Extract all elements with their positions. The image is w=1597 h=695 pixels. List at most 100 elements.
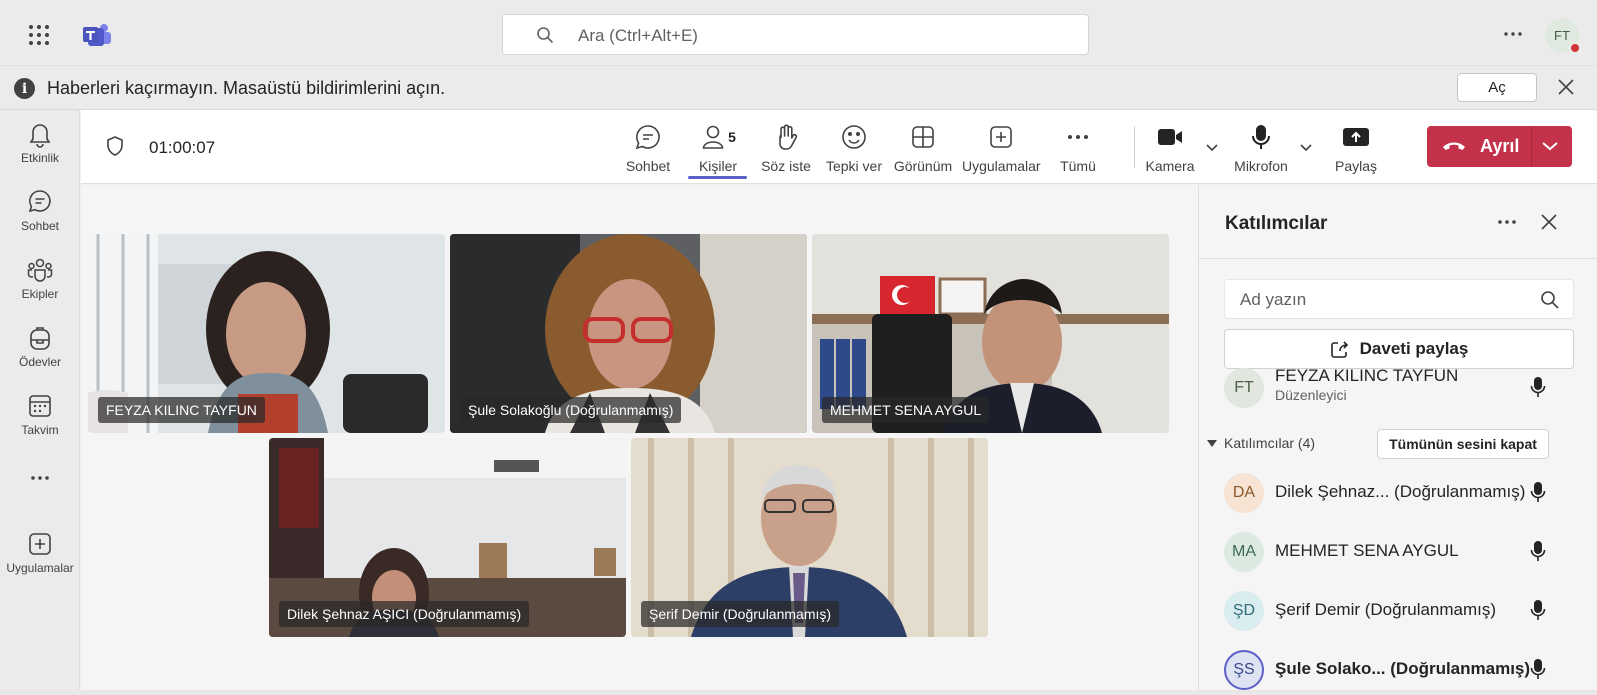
more-icon: [1068, 135, 1088, 139]
microphone-icon: [1530, 599, 1546, 621]
rail-item-chat[interactable]: Sohbet: [0, 188, 80, 233]
participant-count: 5: [728, 129, 736, 145]
participant-name-label: Dilek Şehnaz AŞICI (Doğrulanmamış): [279, 601, 530, 627]
search-bar[interactable]: Ara (Ctrl+Alt+E): [502, 14, 1089, 55]
share-icon: [1330, 341, 1348, 358]
view-button[interactable]: Görünüm: [893, 122, 953, 174]
search-icon: [536, 26, 554, 44]
people-button[interactable]: 5 Kişiler: [686, 122, 750, 174]
avatar: ŞS: [1224, 650, 1264, 690]
chat-button[interactable]: Sohbet: [618, 122, 678, 174]
avatar: ŞD: [1224, 591, 1264, 631]
participant-name: FEYZA KILINC TAYFUN: [1275, 366, 1459, 385]
leave-button[interactable]: Ayrıl: [1427, 126, 1572, 167]
avatar: DA: [1224, 473, 1264, 513]
participant-row-speaking[interactable]: ŞS Şule Solako... (Doğrulanmamış): [1224, 647, 1574, 693]
backpack-icon: [30, 327, 50, 350]
video-tile[interactable]: FEYZA KILINC TAYFUN: [88, 234, 445, 433]
participant-row-organizer[interactable]: FT FEYZA KILINC TAYFUN Düzenleyici: [1224, 365, 1574, 411]
more-icon: [31, 476, 49, 480]
teams-logo-icon[interactable]: [82, 22, 112, 48]
participant-name: Şule Solako... (Doğrulanmamış): [1275, 659, 1531, 678]
apps-label: Uygulamalar: [962, 158, 1041, 174]
video-tile[interactable]: MEHMET SENA AYGUL: [812, 234, 1169, 433]
share-label: Paylaş: [1334, 158, 1378, 174]
raise-hand-button[interactable]: Söz iste: [758, 122, 814, 174]
rail-item-more[interactable]: [0, 472, 80, 484]
leave-options-chevron-icon[interactable]: [1541, 140, 1559, 152]
avatar[interactable]: FT: [1545, 18, 1581, 54]
react-button[interactable]: Tepki ver: [825, 122, 883, 174]
search-placeholder: Ad yazın: [1240, 290, 1307, 309]
participant-row[interactable]: ŞD Şerif Demir (Doğrulanmamış): [1224, 588, 1574, 634]
video-tile[interactable]: Dilek Şehnaz AŞICI (Doğrulanmamış): [269, 438, 626, 637]
camera-options-chevron-icon[interactable]: [1205, 143, 1219, 153]
add-apps-icon: [29, 533, 51, 555]
rail-label: Takvim: [21, 423, 59, 437]
enable-notifications-button[interactable]: Aç: [1457, 73, 1537, 102]
banner-message: Haberleri kaçırmayın. Masaüstü bildiriml…: [47, 78, 446, 98]
microphone-icon: [1530, 481, 1546, 503]
rail-label: Etkinlik: [20, 151, 59, 165]
shield-icon[interactable]: [105, 135, 125, 157]
participant-row[interactable]: MA MEHMET SENA AYGUL: [1224, 529, 1574, 575]
microphone-label: Mikrofon: [1234, 158, 1288, 174]
close-icon[interactable]: [1557, 78, 1575, 96]
microphone-options-chevron-icon[interactable]: [1299, 143, 1313, 153]
microphone-icon: [1252, 125, 1270, 149]
apps-button[interactable]: Uygulamalar: [962, 122, 1041, 174]
participants-panel: Katılımcılar Ad yazın Daveti paylaş FT F…: [1198, 185, 1597, 695]
avatar-initials: FT: [1554, 27, 1570, 43]
more-actions-button[interactable]: Tümü: [1056, 122, 1100, 174]
share-button[interactable]: Paylaş: [1331, 122, 1381, 174]
more-label: Tümü: [1060, 158, 1096, 174]
app-launcher-icon[interactable]: [28, 24, 50, 46]
microphone-button[interactable]: Mikrofon: [1231, 122, 1291, 174]
participant-name-label: MEHMET SENA AYGUL: [822, 397, 990, 423]
rail-item-apps[interactable]: Uygulamalar: [0, 530, 80, 575]
react-label: Tepki ver: [825, 158, 883, 174]
participant-row[interactable]: DA Dilek Şehnaz... (Doğrulanmamış): [1224, 470, 1574, 516]
presence-busy-icon: [1569, 42, 1581, 54]
attendees-section-header[interactable]: Katılımcılar (4) Tümünün sesini kapat: [1207, 429, 1577, 459]
more-icon[interactable]: [1499, 22, 1527, 46]
raise-hand-icon: [779, 124, 798, 150]
more-icon[interactable]: [1496, 217, 1518, 227]
calendar-icon: [29, 395, 51, 417]
search-placeholder: Ara (Ctrl+Alt+E): [578, 26, 698, 45]
rail-label: Uygulamalar: [6, 561, 74, 575]
rail-item-calendar[interactable]: Takvim: [0, 392, 80, 437]
chat-icon: [635, 125, 660, 150]
bell-icon: [29, 124, 51, 148]
search-icon: [1540, 290, 1560, 310]
chat-icon: [28, 190, 51, 213]
caret-down-icon: [1207, 440, 1217, 448]
notification-banner: i Haberleri kaçırmayın. Masaüstü bildiri…: [0, 66, 1597, 110]
people-icon: [702, 125, 724, 149]
rail-item-teams[interactable]: Ekipler: [0, 256, 80, 301]
rail-item-assignments[interactable]: Ödevler: [0, 324, 80, 369]
people-label: Kişiler: [698, 158, 738, 174]
mute-all-button[interactable]: Tümünün sesini kapat: [1377, 429, 1549, 459]
emoji-icon: [842, 125, 866, 149]
rail-label: Ödevler: [18, 355, 62, 369]
section-label: Katılımcılar (4): [1224, 435, 1316, 451]
active-tab-indicator: [688, 176, 747, 179]
participant-search-input[interactable]: Ad yazın: [1224, 279, 1574, 319]
participant-name: MEHMET SENA AYGUL: [1275, 541, 1459, 560]
rail-item-activity[interactable]: Etkinlik: [0, 120, 80, 165]
video-tile[interactable]: Şerif Demir (Doğrulanmamış): [631, 438, 988, 637]
meeting-timer: 01:00:07: [149, 138, 216, 157]
meeting-toolbar: 01:00:07 Sohbet 5 Kişiler Söz iste Tepki…: [81, 110, 1597, 184]
share-invite-button[interactable]: Daveti paylaş: [1224, 329, 1574, 369]
camera-button[interactable]: Kamera: [1145, 122, 1195, 174]
close-icon[interactable]: [1540, 213, 1558, 231]
participant-name-label: Şule Solakoğlu (Doğrulanmamış): [460, 397, 682, 423]
video-tile-active-speaker[interactable]: Şule Solakoğlu (Doğrulanmamış): [450, 234, 807, 433]
info-icon: i: [14, 78, 35, 99]
participant-name-label: FEYZA KILINC TAYFUN: [98, 397, 265, 423]
camera-label: Kamera: [1145, 158, 1195, 174]
panel-title: Katılımcılar: [1225, 213, 1328, 234]
rail-label: Ekipler: [21, 287, 59, 301]
camera-icon: [1158, 129, 1182, 145]
